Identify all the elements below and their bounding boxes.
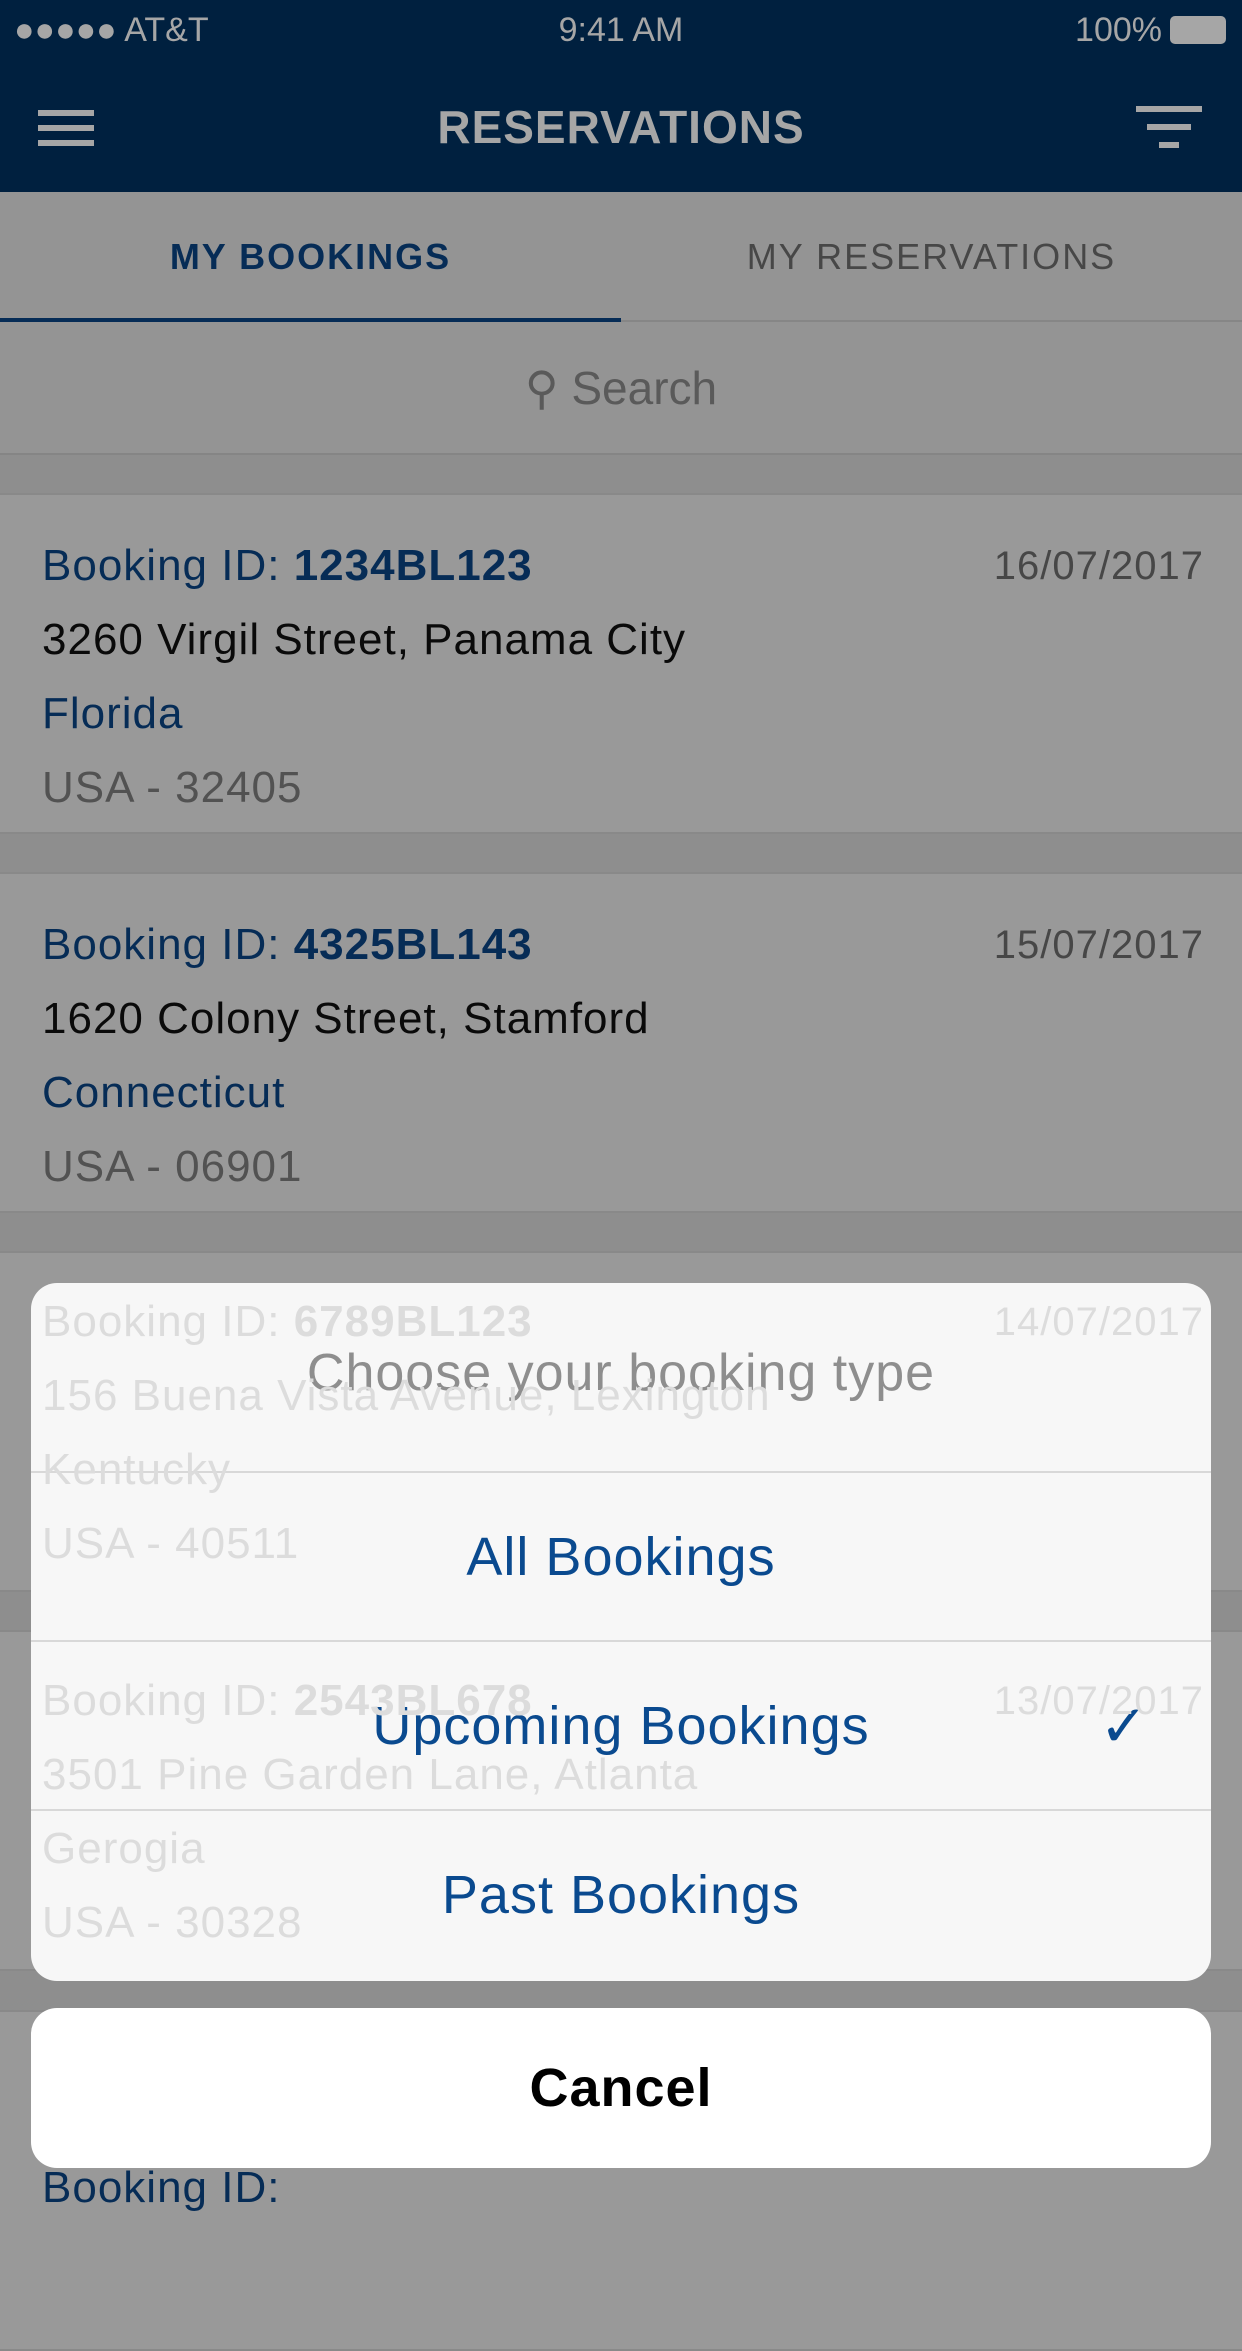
booking-id-label: Booking ID:: [42, 2163, 281, 2212]
battery-icon: [1170, 16, 1226, 44]
option-label: Upcoming Bookings: [372, 1696, 870, 1756]
option-label: All Bookings: [466, 1527, 776, 1587]
booking-address: 1620 Colony Street, Stamford: [42, 994, 650, 1043]
search-input[interactable]: ⚲ Search: [0, 322, 1242, 455]
booking-id-label: Booking ID:: [42, 920, 294, 969]
booking-date: 16/07/2017: [993, 544, 1204, 588]
search-placeholder: Search: [571, 362, 718, 414]
checkmark-icon: ✓: [1099, 1694, 1149, 1759]
booking-id-label: Booking ID:: [42, 541, 294, 590]
booking-id: 4325BL143: [293, 920, 533, 969]
option-label: Past Bookings: [441, 1865, 801, 1925]
booking-id: 1234BL123: [293, 541, 533, 590]
booking-state: Connecticut: [42, 1068, 286, 1117]
option-past-bookings[interactable]: Past Bookings: [31, 1811, 1211, 1980]
booking-zip: USA - 32405: [42, 763, 303, 812]
booking-zip: USA - 06901: [42, 1142, 303, 1191]
option-upcoming-bookings[interactable]: Upcoming Bookings ✓: [31, 1642, 1211, 1811]
search-icon: ⚲: [524, 362, 559, 414]
booking-card[interactable]: Booking ID: 4325BL143 15/07/2017 1620 Co…: [0, 872, 1242, 1213]
nav-bar: RESERVATIONS: [0, 62, 1242, 192]
booking-state: Florida: [42, 689, 184, 738]
page-title: RESERVATIONS: [437, 101, 805, 153]
filter-icon[interactable]: [1134, 106, 1204, 152]
tab-bar: MY BOOKINGS MY RESERVATIONS: [0, 192, 1242, 322]
tab-my-bookings[interactable]: MY BOOKINGS: [0, 192, 621, 322]
option-all-bookings[interactable]: All Bookings: [31, 1473, 1211, 1642]
booking-address: 3260 Virgil Street, Panama City: [42, 615, 687, 664]
cancel-button[interactable]: Cancel: [31, 2008, 1211, 2168]
tab-my-reservations[interactable]: MY RESERVATIONS: [621, 192, 1242, 322]
battery-percent: 100%: [1075, 11, 1162, 49]
booking-card[interactable]: Booking ID: 1234BL123 16/07/2017 3260 Vi…: [0, 493, 1242, 834]
booking-date: 15/07/2017: [993, 923, 1204, 967]
action-sheet: Choose your booking type All Bookings Up…: [31, 1283, 1211, 1981]
status-bar: ●●●●● AT&T 9:41 AM 100%: [0, 0, 1242, 62]
clock: 9:41 AM: [558, 11, 684, 49]
action-sheet-title: Choose your booking type: [31, 1283, 1211, 1473]
